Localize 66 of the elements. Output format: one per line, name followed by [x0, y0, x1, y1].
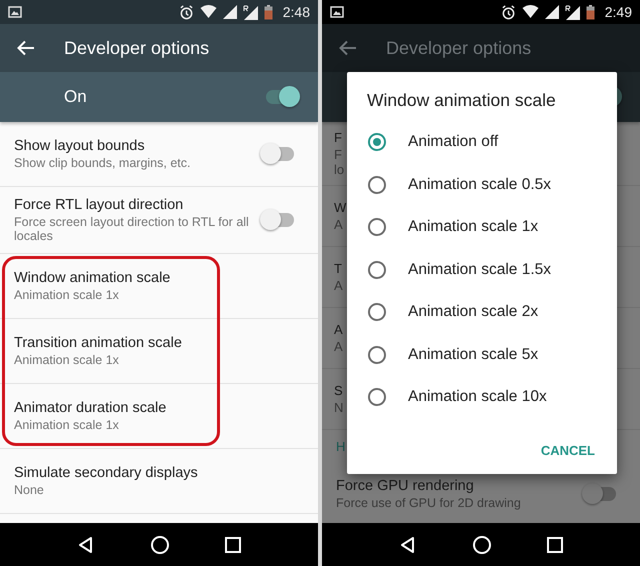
radio-option[interactable]: Animation off: [347, 121, 617, 164]
setting-summary: Force use of GPU for 2D drawing: [336, 496, 522, 510]
setting-summary: Show clip bounds, margins, etc.: [14, 156, 192, 170]
setting-title: Transition animation scale: [14, 335, 183, 351]
toolbar-title: Developer options: [386, 38, 532, 58]
alarm-icon: [500, 4, 516, 20]
setting-title: W: [334, 200, 346, 215]
toggle-switch[interactable]: [582, 483, 618, 505]
toggle-switch[interactable]: [260, 209, 296, 231]
setting-title: S: [334, 383, 344, 398]
radio-option[interactable]: Animation scale 10x: [347, 376, 617, 418]
radio-button[interactable]: [368, 176, 386, 194]
setting-summary: Force screen layout direction to RTL for all locales: [14, 215, 250, 243]
home-circle-icon[interactable]: [472, 534, 492, 554]
radio-button[interactable]: [368, 260, 386, 279]
clock-time: 2:48: [282, 4, 310, 20]
radio-button[interactable]: [368, 388, 386, 406]
radio-option[interactable]: Animation scale 1x: [347, 206, 617, 248]
setting-summary: Animation scale 1x: [14, 353, 120, 367]
signal-icon: [222, 5, 237, 19]
setting-summary: None: [14, 483, 45, 497]
setting-summary: Animation scale 1x: [14, 418, 120, 432]
setting-summary: A: [334, 339, 344, 354]
roaming-signal-icon: [564, 4, 580, 20]
signal-icon: [544, 5, 559, 19]
home-circle-icon[interactable]: [150, 534, 170, 554]
setting-summary: Animation scale 1x: [14, 288, 120, 302]
battery-icon: [264, 4, 273, 20]
radio-option[interactable]: Animation scale 1.5x: [347, 248, 617, 291]
wifi-icon: [522, 5, 539, 19]
setting-title: Animator duration scale: [14, 400, 168, 416]
setting-title: Simulate secondary displays: [14, 465, 199, 481]
dialog-title: Window animation scale: [367, 90, 557, 111]
setting-title: Force RTL layout direction: [14, 197, 184, 213]
roaming-signal-icon: [242, 4, 258, 20]
clock-time: 2:49: [604, 4, 632, 20]
setting-summary: A: [334, 278, 344, 293]
radio-button[interactable]: [368, 133, 386, 152]
master-switch-label: On: [64, 87, 87, 107]
cancel-button[interactable]: CANCEL: [530, 434, 605, 466]
master-toggle-switch[interactable]: [264, 86, 300, 108]
alarm-icon: [178, 4, 194, 20]
setting-summary: N: [334, 400, 344, 415]
radio-button[interactable]: [368, 303, 386, 322]
wifi-icon: [200, 5, 217, 19]
setting-title: T: [334, 261, 343, 276]
radio-option[interactable]: Animation scale 0.5x: [347, 164, 617, 206]
recents-square-icon[interactable]: [546, 536, 563, 552]
toggle-switch[interactable]: [260, 143, 296, 165]
setting-title: A: [334, 322, 344, 337]
setting-summary: F lo: [334, 147, 346, 177]
toolbar-title: Developer options: [64, 38, 210, 58]
radio-option[interactable]: Animation scale 2x: [347, 291, 617, 334]
setting-title: Show layout bounds: [14, 138, 146, 154]
radio-button[interactable]: [368, 218, 386, 236]
radio-button[interactable]: [368, 346, 386, 364]
image-icon: [330, 5, 344, 19]
setting-title: F: [334, 130, 343, 145]
radio-option[interactable]: Animation scale 5x: [347, 334, 617, 376]
section-header: H: [336, 439, 346, 454]
recents-square-icon[interactable]: [224, 536, 241, 552]
battery-icon: [586, 4, 595, 20]
image-icon: [8, 5, 22, 19]
setting-summary: A: [334, 217, 344, 232]
setting-title: Window animation scale: [14, 270, 172, 286]
setting-title: Force GPU rendering: [336, 478, 475, 494]
